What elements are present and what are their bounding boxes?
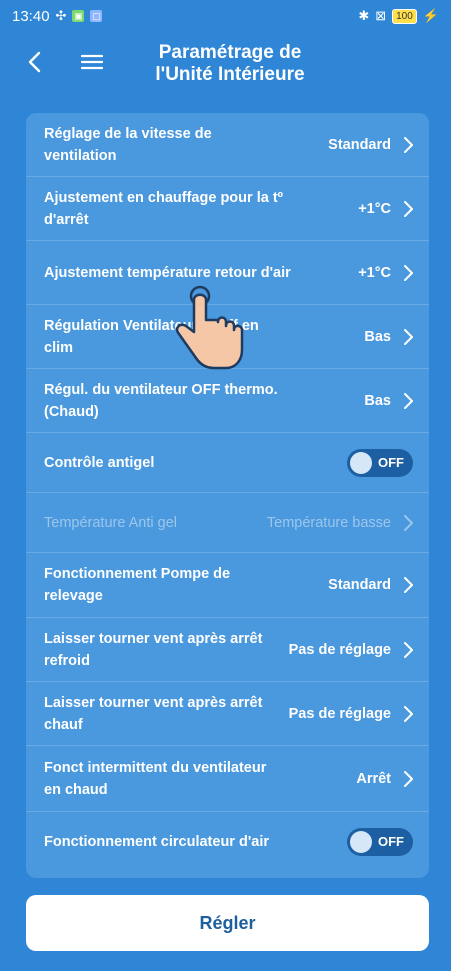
setting-air-circulator: Fonctionnement circulateur d'air OFF xyxy=(26,812,429,872)
page-title-line-1: Paramétrage de xyxy=(158,42,302,63)
chevron-right-icon xyxy=(404,328,413,345)
setting-value: Pas de réglage xyxy=(288,705,391,722)
setting-value-group: Standard xyxy=(328,577,413,593)
menu-button[interactable] xyxy=(74,44,110,80)
toggle-state-label: OFF xyxy=(378,454,404,470)
setting-value: Standard xyxy=(328,136,391,153)
setting-antifreeze-control: Contrôle antigel OFF xyxy=(26,433,429,493)
setting-value-group: Pas de réglage xyxy=(288,641,413,658)
bluetooth-icon: ✱ xyxy=(358,8,370,23)
status-bar: 13:40 ✣ ▣ ▢ ✱ ⊠ 100 ⚡ xyxy=(0,0,451,32)
chevron-right-icon xyxy=(404,577,413,593)
setting-intermittent-fan-heating[interactable]: Fonct intermittent du ventilateur en cha… xyxy=(26,746,429,812)
toggle-knob xyxy=(350,831,372,853)
setting-value: +1°C xyxy=(358,264,391,281)
back-button[interactable] xyxy=(16,44,52,80)
app-notification-icon: ▣ xyxy=(72,10,85,22)
status-time: 13:40 xyxy=(12,7,50,25)
setting-value-group: Pas de réglage xyxy=(288,705,413,722)
air-circulator-toggle[interactable]: OFF xyxy=(347,828,413,856)
toggle-knob xyxy=(350,451,372,474)
fan-status-icon: ✣ xyxy=(55,8,67,23)
setting-value-group: +1°C xyxy=(358,264,413,281)
setting-label: Régulation Ventilateur Tº off en clim xyxy=(44,317,259,356)
setting-label: Ajustement température retour d'air xyxy=(44,264,291,281)
setting-label: Réglage de la vitesse de ventilation xyxy=(44,125,212,164)
battery-icon: 100 xyxy=(392,8,417,24)
apply-button[interactable]: Régler xyxy=(26,895,429,951)
setting-value: Bas xyxy=(364,328,391,345)
chevron-right-icon xyxy=(404,264,413,281)
setting-value-group: Bas xyxy=(364,392,413,409)
setting-label: Contrôle antigel xyxy=(44,454,155,471)
setting-label: Fonctionnement circulateur d'air xyxy=(44,834,270,850)
toggle-state-label: OFF xyxy=(378,834,404,849)
setting-value: Température basse xyxy=(266,514,391,531)
setting-label: Régul. du ventilateur OFF thermo. (Chaud… xyxy=(44,381,278,420)
setting-value-group: Température basse xyxy=(266,514,413,531)
setting-value: Arrêt xyxy=(356,770,391,787)
setting-label: Ajustement en chauffage pour la tº d'arr… xyxy=(44,189,283,228)
chevron-right-icon xyxy=(404,136,413,153)
setting-fan-off-cooling[interactable]: Régulation Ventilateur Tº off en clim Ba… xyxy=(26,305,429,369)
hamburger-menu-icon xyxy=(81,54,103,70)
setting-fan-after-heating-stop[interactable]: Laisser tourner vent après arrêt chauf P… xyxy=(26,682,429,746)
chevron-right-icon xyxy=(404,392,413,409)
page-title-line-2: l'Unité Intérieure xyxy=(155,64,305,85)
setting-heating-stop-adjust[interactable]: Ajustement en chauffage pour la tº d'arr… xyxy=(26,177,429,241)
setting-return-air-adjust[interactable]: Ajustement température retour d'air +1°C xyxy=(26,241,429,305)
setting-value: Standard xyxy=(328,577,391,593)
setting-label: Fonctionnement Pompe de relevage xyxy=(44,566,231,604)
setting-value-group: +1°C xyxy=(358,200,413,217)
setting-fan-off-heating[interactable]: Régul. du ventilateur OFF thermo. (Chaud… xyxy=(26,369,429,433)
setting-ventilation-speed[interactable]: Réglage de la vitesse de ventilation Sta… xyxy=(26,113,429,177)
setting-pump-operation[interactable]: Fonctionnement Pompe de relevage Standar… xyxy=(26,553,429,618)
setting-label: Température Anti gel xyxy=(44,514,177,531)
app-header: Paramétrage de l'Unité Intérieure xyxy=(0,32,451,100)
chevron-left-icon xyxy=(28,51,41,73)
status-right: ✱ ⊠ 100 ⚡ xyxy=(358,8,439,24)
antifreeze-toggle[interactable]: OFF xyxy=(347,448,413,477)
setting-antifreeze-temperature: Température Anti gel Température basse xyxy=(26,493,429,553)
status-left: 13:40 ✣ ▣ ▢ xyxy=(12,7,103,25)
app-notification-icon-2: ▢ xyxy=(90,10,103,22)
setting-value-group: Arrêt xyxy=(356,770,413,787)
page-title: Paramétrage de l'Unité Intérieure xyxy=(120,42,340,86)
setting-value: Bas xyxy=(364,392,391,409)
chevron-right-icon xyxy=(404,200,413,217)
chevron-right-icon xyxy=(404,770,413,787)
chevron-right-icon xyxy=(404,514,413,531)
setting-fan-after-cooling-stop[interactable]: Laisser tourner vent après arrêt refroid… xyxy=(26,618,429,682)
sim-icon: ⊠ xyxy=(375,8,387,23)
setting-label: Fonct intermittent du ventilateur en cha… xyxy=(44,759,267,798)
charging-icon: ⚡ xyxy=(422,8,439,23)
setting-value: Pas de réglage xyxy=(288,641,391,658)
setting-label: Laisser tourner vent après arrêt chauf xyxy=(44,694,263,733)
chevron-right-icon xyxy=(404,641,413,658)
setting-value-group: Standard xyxy=(328,136,413,153)
setting-value: +1°C xyxy=(358,200,391,217)
setting-label: Laisser tourner vent après arrêt refroid xyxy=(44,630,263,669)
chevron-right-icon xyxy=(404,705,413,722)
settings-card: Réglage de la vitesse de ventilation Sta… xyxy=(26,113,429,878)
setting-value-group: Bas xyxy=(364,328,413,345)
